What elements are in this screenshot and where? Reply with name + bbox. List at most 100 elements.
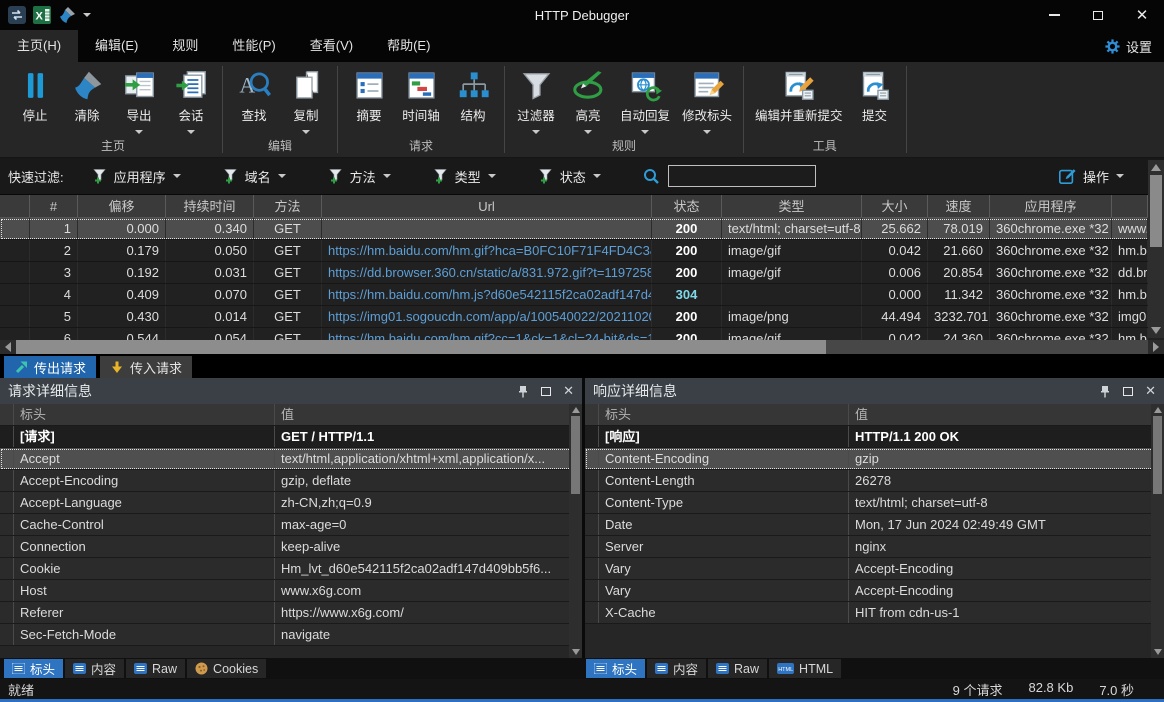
header-row[interactable]: CookieHm_lvt_d60e542115f2ca02adf147d409b… [0,558,582,580]
panel-scrollbar[interactable] [569,404,582,658]
horizontal-scrollbar[interactable] [0,340,1164,354]
filter-domain[interactable]: 域名 [223,167,286,186]
clear-quick-icon[interactable] [58,6,76,24]
filter-status[interactable]: 状态 [538,167,601,186]
filter-method[interactable]: 方法 [328,167,391,186]
scrollbar-thumb[interactable] [16,340,826,354]
close-panel-icon[interactable]: ✕ [563,383,574,399]
header-row[interactable]: Accept-Languagezh-CN,zh;q=0.9 [0,492,582,514]
header-column-label[interactable]: 标头 [599,404,849,425]
col-status[interactable]: 状态 [652,195,722,217]
value-column-label[interactable]: 值 [275,404,582,425]
maximize-button[interactable] [1076,0,1120,30]
tab-response-raw[interactable]: Raw [708,659,767,678]
menu-performance[interactable]: 性能(P) [215,27,292,62]
col-duration[interactable]: 持续时间 [166,195,254,217]
filter-type[interactable]: 类型 [433,167,496,186]
pin-icon[interactable] [1099,385,1111,398]
session-button[interactable]: 会话 [166,65,216,134]
structure-button[interactable]: 结构 [448,65,498,134]
col-method[interactable]: 方法 [254,195,322,217]
tab-request-raw[interactable]: Raw [126,659,185,678]
scroll-down-icon[interactable] [572,649,580,655]
header-row[interactable]: Accept-Encodinggzip, deflate [0,470,582,492]
summary-button[interactable]: 摘要 [344,65,394,134]
scrollbar-thumb[interactable] [1150,175,1162,247]
stop-button[interactable]: 停止 [10,65,60,134]
scroll-up-icon[interactable] [572,407,580,413]
header-row[interactable]: [响应]HTTP/1.1 200 OK [585,426,1164,448]
col-domain[interactable] [1112,195,1148,217]
sync-sessions-icon[interactable] [8,6,26,24]
header-row[interactable]: Hostwww.x6g.com [0,580,582,602]
scroll-down-icon[interactable] [1154,649,1162,655]
scroll-up-icon[interactable] [1151,164,1161,171]
request-row[interactable]: 2 0.179 0.050 GET https://hm.baidu.com/h… [0,240,1164,262]
header-row[interactable]: Connectionkeep-alive [0,536,582,558]
panel-header-row[interactable]: 标头 值 [585,404,1164,426]
menu-help[interactable]: 帮助(E) [370,27,447,62]
settings-button[interactable]: 设置 [1104,37,1164,62]
header-row[interactable]: Content-Encodinggzip [585,448,1164,470]
find-button[interactable]: A 查找 [229,65,279,134]
col-app[interactable]: 应用程序 [990,195,1112,217]
actions-button[interactable]: 操作 [1058,167,1124,186]
excel-export-icon[interactable]: X [33,6,51,24]
header-row[interactable]: Accepttext/html,application/xhtml+xml,ap… [0,448,582,470]
request-row[interactable]: 1 0.000 0.340 GET 200 text/html; charset… [0,218,1164,240]
scroll-up-icon[interactable] [1154,407,1162,413]
tab-response-content[interactable]: 内容 [647,659,706,678]
maximize-panel-icon[interactable] [541,387,551,396]
tab-response-headers[interactable]: 标头 [586,659,645,678]
copy-button[interactable]: 复制 [281,65,331,134]
filter-application[interactable]: 应用程序 [92,167,181,186]
export-button[interactable]: 导出 [114,65,164,134]
scroll-left-button[interactable] [0,340,16,354]
scrollbar-thumb[interactable] [1153,416,1162,494]
edit-resubmit-button[interactable]: 编辑并重新提交 [750,65,848,134]
value-column-label[interactable]: 值 [849,404,1164,425]
request-row[interactable]: 6 0.544 0.054 GET https://hm.baidu.com/h… [0,328,1164,340]
panel-header-row[interactable]: 标头 值 [0,404,582,426]
header-row[interactable]: Cache-Controlmax-age=0 [0,514,582,536]
request-row[interactable]: 5 0.430 0.014 GET https://img01.sogoucdn… [0,306,1164,328]
tab-request-cookies[interactable]: Cookies [187,659,266,678]
menu-home[interactable]: 主页(H) [0,27,78,62]
submit-button[interactable]: 提交 [850,65,900,134]
highlight-button[interactable]: 高亮 [563,65,613,134]
header-column-label[interactable]: 标头 [14,404,275,425]
header-row[interactable]: X-CacheHIT from cdn-us-1 [585,602,1164,624]
clear-button[interactable]: 清除 [62,65,112,134]
timeline-button[interactable]: 时间轴 [396,65,446,134]
scrollbar-thumb[interactable] [571,416,580,494]
request-row[interactable]: 3 0.192 0.031 GET https://dd.browser.360… [0,262,1164,284]
header-row[interactable]: Refererhttps://www.x6g.com/ [0,602,582,624]
close-panel-icon[interactable]: ✕ [1145,383,1156,399]
filters-button[interactable]: 过滤器 [511,65,561,134]
request-table-header[interactable]: # 偏移 持续时间 方法 Url 状态 类型 大小 速度 应用程序 [0,195,1164,218]
close-button[interactable]: ✕ [1120,0,1164,30]
auto-reply-button[interactable]: 自动回复 [615,65,675,134]
panel-scrollbar[interactable] [1151,404,1164,658]
menu-view[interactable]: 查看(V) [293,27,370,62]
header-row[interactable]: Servernginx [585,536,1164,558]
tab-request-headers[interactable]: 标头 [4,659,63,678]
col-num[interactable]: # [30,195,78,217]
header-row[interactable]: Content-Length26278 [585,470,1164,492]
menu-edit[interactable]: 编辑(E) [78,27,155,62]
tab-incoming-requests[interactable]: 传入请求 [100,356,192,378]
minimize-button[interactable] [1032,0,1076,30]
header-row[interactable]: Sec-Fetch-Modenavigate [0,624,582,646]
scroll-down-icon[interactable] [1151,327,1161,334]
request-row[interactable]: 4 0.409 0.070 GET https://hm.baidu.com/h… [0,284,1164,306]
tab-outgoing-requests[interactable]: 传出请求 [4,356,96,378]
tab-request-content[interactable]: 内容 [65,659,124,678]
modify-headers-button[interactable]: 修改标头 [677,65,737,134]
col-offset[interactable]: 偏移 [78,195,166,217]
tab-response-html[interactable]: HTML HTML [769,659,841,678]
header-row[interactable]: VaryAccept-Encoding [585,580,1164,602]
pin-icon[interactable] [517,385,529,398]
menu-rules[interactable]: 规则 [155,27,215,62]
header-row[interactable]: Content-Typetext/html; charset=utf-8 [585,492,1164,514]
header-row[interactable]: [请求]GET / HTTP/1.1 [0,426,582,448]
